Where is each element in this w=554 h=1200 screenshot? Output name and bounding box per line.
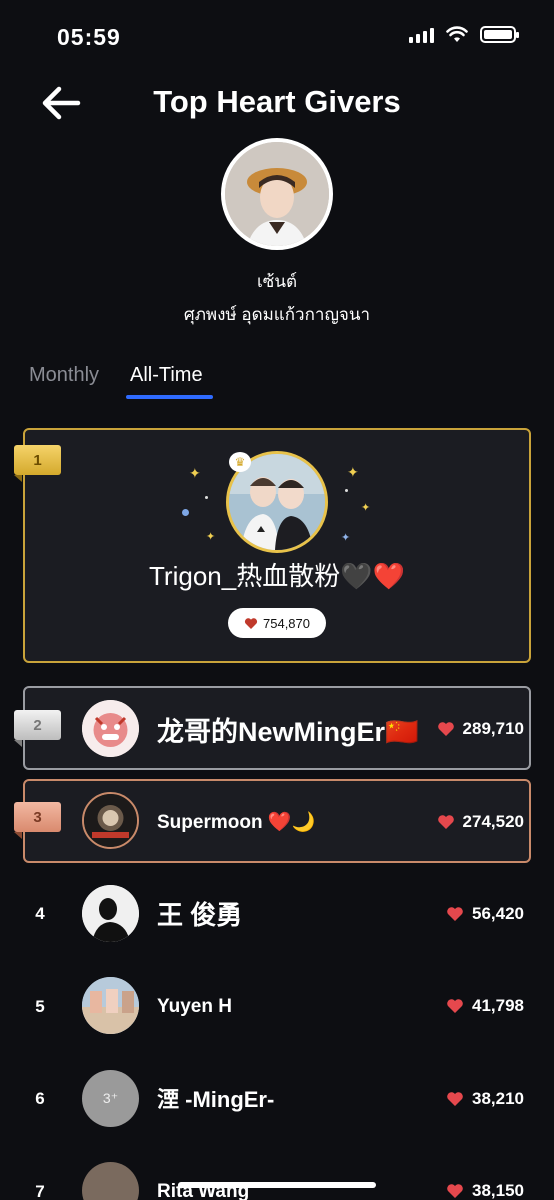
heart-count-value: 754,870 xyxy=(263,615,310,631)
heart-count-value: 56,420 xyxy=(472,904,524,923)
profile-avatar[interactable] xyxy=(221,138,333,250)
heart-icon xyxy=(437,815,454,829)
heart-icon xyxy=(447,999,463,1013)
avatar[interactable] xyxy=(82,885,139,942)
status-time: 05:59 xyxy=(57,24,121,50)
first-place-name: Trigon_热血散粉🖤❤️ xyxy=(149,561,405,591)
row-heart-count: 38,210 xyxy=(446,1089,524,1109)
tab-monthly[interactable]: Monthly xyxy=(29,364,99,387)
wifi-icon xyxy=(446,26,468,42)
rank-badge: 2 xyxy=(14,710,61,740)
row-heart-count: 274,520 xyxy=(437,812,524,832)
avatar[interactable] xyxy=(82,977,139,1034)
decor-dot xyxy=(345,489,348,492)
row-rank: 7 xyxy=(35,1182,45,1200)
page-title: Top Heart Givers xyxy=(153,84,401,119)
first-place-heart-count: 754,870 xyxy=(228,608,326,638)
heart-count-value: 289,710 xyxy=(462,719,524,738)
row-heart-count: 38,150 xyxy=(446,1181,524,1200)
rank-badge: 1 xyxy=(14,445,61,475)
rank-badge: 3 xyxy=(14,802,61,832)
avatar[interactable] xyxy=(82,700,139,757)
heart-icon xyxy=(447,907,463,921)
row-name: Supermoon ❤️🌙 xyxy=(157,812,316,833)
profile-full-name: ศุภพงษ์ อุดมแก้วกาญจนา xyxy=(183,305,371,324)
heart-icon xyxy=(447,1184,463,1198)
heart-icon xyxy=(244,617,258,629)
heart-icon xyxy=(437,722,454,736)
row-heart-count: 289,710 xyxy=(437,719,524,739)
sparkle-icon: ✦ xyxy=(341,532,351,544)
status-icons xyxy=(409,26,519,43)
heart-count-value: 38,210 xyxy=(472,1089,524,1108)
sparkle-icon: ✦ xyxy=(361,502,371,514)
avatar[interactable] xyxy=(82,1162,139,1200)
row-name: 龙哥的NewMingEr🇨🇳 xyxy=(157,717,419,747)
status-bar: 05:59 xyxy=(0,0,554,70)
row-rank: 4 xyxy=(35,904,45,923)
battery-icon xyxy=(480,26,519,43)
tab-all-time[interactable]: All-Time xyxy=(130,364,203,387)
row-rank: 6 xyxy=(35,1089,45,1108)
cellular-signal-icon xyxy=(409,27,434,43)
rank-badge-fold xyxy=(14,832,22,839)
row-rank: 5 xyxy=(35,997,45,1016)
row-name: Yuyen H xyxy=(157,996,232,1017)
heart-count-value: 274,520 xyxy=(462,812,524,831)
sparkle-icon: ✦ xyxy=(189,465,201,481)
row-heart-count: 56,420 xyxy=(446,904,524,924)
rank-badge-fold xyxy=(14,740,22,747)
crown-icon: ♛ xyxy=(229,452,251,472)
row-name: 王 俊勇 xyxy=(157,900,243,930)
row-name: 湮 -MingEr- xyxy=(157,1087,275,1112)
avatar[interactable]: 3⁺ xyxy=(82,1070,139,1127)
heart-count-value: 41,798 xyxy=(472,996,524,1015)
decor-dot xyxy=(205,496,208,499)
sparkle-icon: ✦ xyxy=(347,464,359,480)
heart-icon xyxy=(447,1092,463,1106)
profile-nickname: เซ้นต์ xyxy=(256,272,297,291)
heart-count-value: 38,150 xyxy=(472,1181,524,1200)
rank-badge-fold xyxy=(14,475,22,482)
active-tab-indicator xyxy=(126,395,213,399)
decor-dot xyxy=(182,509,189,516)
row-heart-count: 41,798 xyxy=(446,996,524,1016)
home-indicator[interactable] xyxy=(178,1182,376,1188)
sparkle-icon: ✦ xyxy=(206,531,216,543)
avatar[interactable] xyxy=(82,792,139,849)
